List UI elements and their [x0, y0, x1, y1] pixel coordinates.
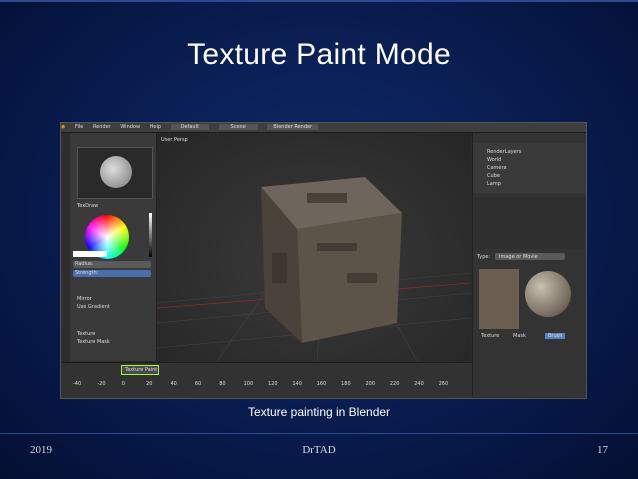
option-gradient[interactable]: Use Gradient [77, 304, 110, 310]
tab-brush[interactable]: Brush [545, 333, 566, 339]
viewport-canvas [157, 177, 471, 361]
outliner: RenderLayers World Camera Cube Lamp [473, 143, 586, 193]
timeline-tick-label: 160 [316, 381, 327, 387]
value-slider[interactable] [149, 213, 152, 257]
mode-selector[interactable]: Texture Paint [121, 365, 159, 375]
tab-mask[interactable]: Mask [513, 333, 526, 339]
tab-texture[interactable]: Texture [481, 333, 499, 339]
timeline-tick-label: 0 [121, 381, 125, 387]
blender-logo-icon[interactable]: ◉ [61, 124, 65, 130]
timeline-tick-label: 60 [194, 381, 202, 387]
timeline-tick-label: 20 [146, 381, 153, 387]
footer-author: DrTAD [302, 444, 336, 456]
outliner-item-renderlayers[interactable]: RenderLayers [487, 149, 521, 155]
strength-label: Strength: [75, 270, 99, 276]
outliner-item-camera[interactable]: Camera [487, 165, 507, 171]
timeline-tick-label: 80 [219, 381, 226, 387]
color-swatch[interactable] [73, 251, 107, 257]
texture-type-label: Type: [477, 254, 491, 260]
timeline[interactable]: Texture Paint -40 -20 0 20 40 60 80 100 120 140 16… [61, 362, 472, 398]
timeline-tick-label: -20 [97, 381, 106, 387]
menu-file[interactable]: File [75, 124, 83, 130]
section-texture[interactable]: Texture [77, 331, 95, 337]
outliner-item-world[interactable]: World [487, 157, 501, 163]
3d-viewport[interactable]: User Persp [157, 133, 471, 361]
option-mirror[interactable]: Mirror [77, 296, 92, 302]
brush-preview[interactable] [77, 147, 153, 199]
timeline-tick-label: 260 [438, 381, 449, 387]
outliner-item-lamp[interactable]: Lamp [487, 181, 501, 187]
timeline-tick-label: 120 [268, 381, 278, 387]
radius-label: Radius: [75, 261, 94, 267]
stone-texture [317, 243, 357, 251]
mode-label: Texture Paint [125, 367, 158, 373]
material-sphere-preview [525, 271, 571, 317]
blender-screenshot: ◉ File Render Window Help Default Scene … [60, 122, 587, 399]
timeline-tick-label: 140 [292, 381, 302, 387]
timeline-tick-label: 220 [389, 381, 400, 387]
brush-icon [100, 156, 132, 188]
render-engine-selector[interactable]: Blender Render [267, 124, 319, 130]
stone-texture [272, 253, 287, 283]
timeline-tick-label: 40 [170, 381, 177, 387]
timeline-tick-label: 180 [341, 381, 351, 387]
brush-name[interactable]: TexDraw [77, 203, 98, 209]
slide-title: Texture Paint Mode [187, 38, 451, 71]
texture-preview [479, 269, 519, 329]
timeline-tick-label: 200 [365, 381, 376, 387]
timeline-tick-label: -40 [73, 381, 82, 387]
tool-tabs[interactable] [61, 133, 70, 361]
menu-window[interactable]: Window [120, 124, 140, 130]
footer-page-number: 17 [597, 444, 608, 456]
stone-texture [307, 193, 347, 203]
blender-header: ◉ File Render Window Help Default Scene … [61, 123, 586, 133]
slide-caption: Texture painting in Blender [247, 405, 391, 419]
tool-shelf: TexDraw Radius: Strength: Mirror Use Gra… [61, 133, 157, 361]
layout-selector[interactable]: Default [170, 124, 209, 130]
scene-selector[interactable]: Scene [218, 124, 258, 130]
slide-top-line [0, 0, 638, 2]
timeline-tick-label: 100 [243, 381, 254, 387]
texture-type-value: Image or Movie [499, 254, 538, 260]
stone-texture [347, 273, 377, 283]
timeline-tick-label: 240 [414, 381, 424, 387]
footer-rule [0, 433, 638, 434]
properties-region: RenderLayers World Camera Cube Lamp Type… [472, 133, 586, 397]
menu-render[interactable]: Render [93, 124, 111, 130]
texture-slots[interactable] [473, 197, 586, 249]
section-texture-mask[interactable]: Texture Mask [77, 339, 110, 345]
outliner-item-cube[interactable]: Cube [487, 173, 500, 179]
menu-help[interactable]: Help [150, 124, 161, 130]
timeline-ticks: -40 -20 0 20 40 60 80 100 120 140 160 180 200 220 240 2… [73, 381, 468, 389]
